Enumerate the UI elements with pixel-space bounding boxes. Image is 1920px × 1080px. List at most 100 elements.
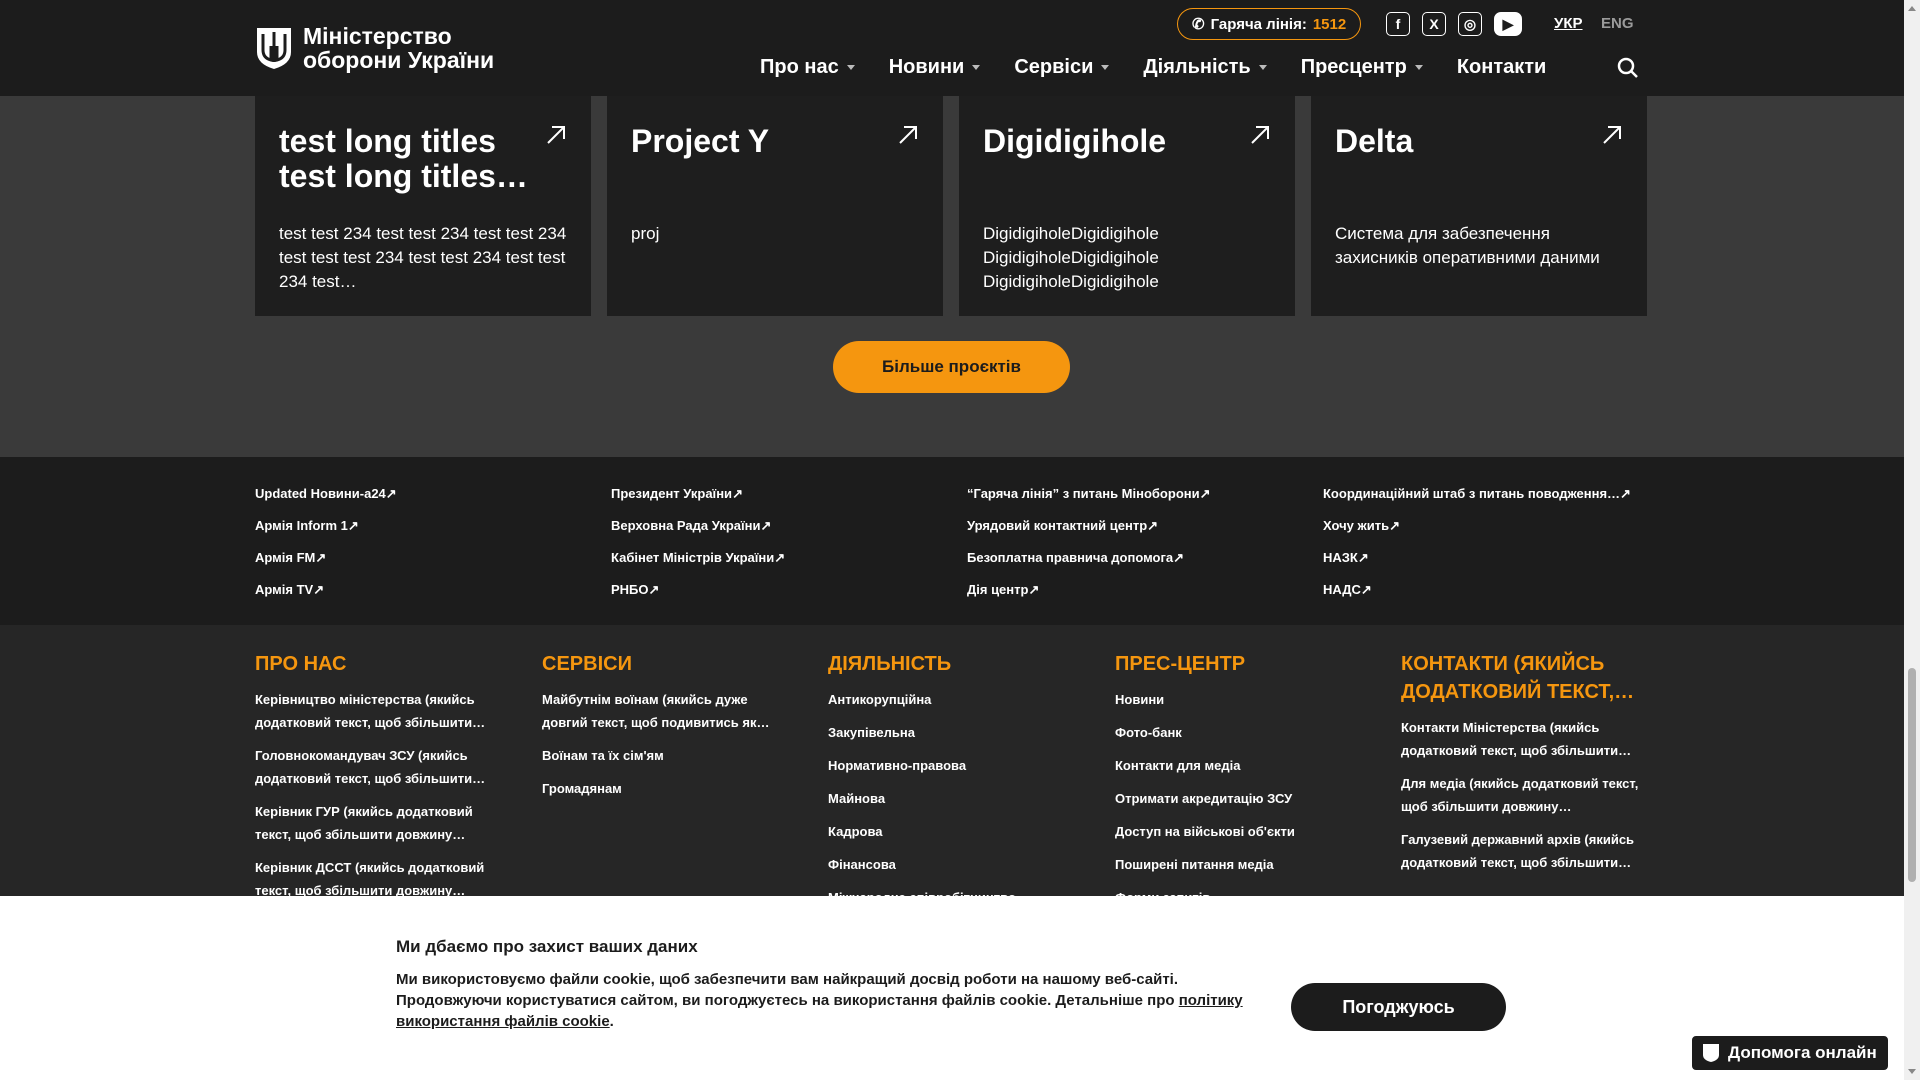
project-title: Project Y bbox=[631, 124, 770, 159]
logo-line-2: оборони України bbox=[303, 47, 495, 73]
external-link[interactable]: Дія центр↗ bbox=[967, 582, 1211, 614]
footer-link[interactable]: Новини bbox=[1115, 688, 1365, 711]
external-link[interactable]: Updated Новини-a24↗ bbox=[255, 486, 397, 518]
footer-column-title[interactable]: ПРО НАС bbox=[255, 650, 505, 678]
external-links-column: Координаційний штаб з питань поводження…… bbox=[1323, 486, 1631, 614]
x-icon[interactable]: X bbox=[1422, 12, 1446, 36]
page-scrollbar[interactable] bbox=[1904, 0, 1920, 1080]
external-link[interactable]: Хочу жить↗ bbox=[1323, 518, 1631, 550]
project-description: proj bbox=[631, 224, 660, 243]
footer-column-title[interactable]: ДІЯЛЬНІСТЬ bbox=[828, 650, 1078, 678]
help-online-button[interactable]: Допомога онлайн bbox=[1690, 1034, 1890, 1072]
project-description: test test 234 test test 234 test test 23… bbox=[279, 224, 567, 291]
footer-link[interactable]: Фінансова bbox=[828, 853, 1078, 876]
nav-news[interactable]: Новини bbox=[889, 56, 981, 79]
project-card[interactable]: Digidigihole DigidigiholeDigidigihole Di… bbox=[959, 96, 1295, 316]
footer-column-about: ПРО НАС Керівництво міністерства (якийсь… bbox=[255, 650, 505, 912]
nav-activity[interactable]: Діяльність bbox=[1143, 56, 1267, 79]
scroll-thumb[interactable] bbox=[1908, 668, 1916, 882]
footer-link[interactable]: Контакти для медіа bbox=[1115, 754, 1365, 777]
arrow-up-right-icon bbox=[1251, 126, 1269, 144]
footer-link[interactable]: Головнокомандувач ЗСУ (якийсь додатковий… bbox=[255, 744, 505, 790]
search-icon[interactable] bbox=[1617, 57, 1639, 79]
external-link[interactable]: Армія TV↗ bbox=[255, 582, 397, 614]
chevron-down-icon bbox=[1258, 65, 1267, 70]
site-logo[interactable]: Міністерство оборони України bbox=[255, 24, 494, 72]
external-link[interactable]: Урядовий контактний центр↗ bbox=[967, 518, 1211, 550]
external-link[interactable]: Верховна Рада України↗ bbox=[611, 518, 785, 550]
chevron-down-icon bbox=[1414, 65, 1423, 70]
footer-link[interactable]: Керівник ГУР (якийсь додатковий текст, щ… bbox=[255, 800, 505, 846]
arrow-up-right-icon bbox=[899, 126, 917, 144]
footer-column-title[interactable]: КОНТАКТИ (ЯКИЙСЬ ДОДАТКОВИЙ ТЕКСТ,… bbox=[1401, 650, 1651, 706]
nav-contacts[interactable]: Контакти bbox=[1457, 56, 1547, 79]
hotline-button[interactable]: ✆ Гаряча лінія: 1512 bbox=[1177, 8, 1362, 40]
nav-about[interactable]: Про нас bbox=[760, 56, 855, 79]
external-link[interactable]: НАЗК↗ bbox=[1323, 550, 1631, 582]
external-link[interactable]: РНБО↗ bbox=[611, 582, 785, 614]
footer-link[interactable]: Нормативно-правова bbox=[828, 754, 1078, 777]
footer-link[interactable]: Отримати акредитацію ЗСУ bbox=[1115, 787, 1365, 810]
footer-link[interactable]: Контакти Міністерства (якийсь додатковий… bbox=[1401, 716, 1651, 762]
footer-link[interactable]: Поширені питання медіа bbox=[1115, 853, 1365, 876]
footer-link[interactable]: Галузевий державний архів (якийсь додатк… bbox=[1401, 828, 1651, 874]
project-card[interactable]: test long titles test long titles… test … bbox=[255, 96, 591, 316]
footer-column-activity: ДІЯЛЬНІСТЬ Антикорупційна Закупівельна Н… bbox=[828, 650, 1078, 919]
agree-button[interactable]: Погоджуюсь bbox=[1291, 983, 1506, 1031]
external-links-column: “Гаряча лінія” з питань Міноборони↗ Уряд… bbox=[967, 486, 1211, 614]
project-card[interactable]: Project Y proj bbox=[607, 96, 943, 316]
footer-link[interactable]: Для медіа (якийсь додатковий текст, щоб … bbox=[1401, 772, 1651, 818]
external-links-column: Updated Новини-a24↗ Армія Inform 1↗ Армі… bbox=[255, 486, 397, 614]
nav-services[interactable]: Сервіси bbox=[1014, 56, 1110, 79]
external-link[interactable]: Армія FM↗ bbox=[255, 550, 397, 582]
project-title: Digidigihole bbox=[983, 124, 1167, 159]
footer-link[interactable]: Фото-банк bbox=[1115, 721, 1365, 744]
lang-eng-link[interactable]: ENG bbox=[1601, 15, 1634, 32]
footer-column-title[interactable]: СЕРВІСИ bbox=[542, 650, 792, 678]
footer-column-title[interactable]: ПРЕС-ЦЕНТР bbox=[1115, 650, 1365, 678]
help-online-label: Допомога онлайн bbox=[1728, 1043, 1877, 1062]
instagram-icon[interactable]: ◎ bbox=[1458, 12, 1482, 36]
scroll-up-icon[interactable] bbox=[1908, 6, 1916, 11]
main-nav: Про нас Новини Сервіси Діяльність Пресце… bbox=[760, 56, 1546, 79]
facebook-icon[interactable]: f bbox=[1386, 12, 1410, 36]
cookie-banner: Ми дбаємо про захист ваших даних Ми вико… bbox=[0, 896, 1904, 1080]
external-link[interactable]: Президент України↗ bbox=[611, 486, 785, 518]
chevron-down-icon bbox=[846, 65, 855, 70]
external-link[interactable]: Безоплатна правнича допомога↗ bbox=[967, 550, 1211, 582]
external-link[interactable]: НАДС↗ bbox=[1323, 582, 1631, 614]
footer-sitemap: ПРО НАС Керівництво міністерства (якийсь… bbox=[0, 625, 1904, 905]
external-link[interactable]: “Гаряча лінія” з питань Міноборони↗ bbox=[967, 486, 1211, 518]
hotline-number: 1512 bbox=[1312, 15, 1347, 33]
nav-press[interactable]: Пресцентр bbox=[1301, 56, 1423, 79]
footer-link[interactable]: Майнова bbox=[828, 787, 1078, 810]
arrow-up-right-icon bbox=[1603, 126, 1621, 144]
footer-link[interactable]: Антикорупційна bbox=[828, 688, 1078, 711]
site-header: Міністерство оборони України ✆ Гаряча лі… bbox=[0, 0, 1904, 96]
more-projects-button[interactable]: Більше проєктів bbox=[833, 341, 1070, 393]
cookie-title: Ми дбаємо про захист ваших даних bbox=[396, 937, 698, 956]
lang-ukr-link[interactable]: УКР bbox=[1554, 15, 1583, 32]
chevron-down-icon bbox=[1101, 65, 1110, 70]
footer-link[interactable]: Майбутнім воїнам (якийсь дуже довгий тек… bbox=[542, 688, 792, 734]
footer-column-services: СЕРВІСИ Майбутнім воїнам (якийсь дуже до… bbox=[542, 650, 792, 810]
footer-link[interactable]: Доступ на військові об'єкти bbox=[1115, 820, 1365, 843]
footer-link[interactable]: Керівництво міністерства (якийсь додатко… bbox=[255, 688, 505, 734]
external-links-column: Президент України↗ Верховна Рада України… bbox=[611, 486, 785, 614]
footer-column-press: ПРЕС-ЦЕНТР Новини Фото-банк Контакти для… bbox=[1115, 650, 1365, 919]
footer-link[interactable]: Закупівельна bbox=[828, 721, 1078, 744]
footer-link[interactable]: Громадянам bbox=[542, 777, 792, 800]
phone-icon: ✆ bbox=[1192, 16, 1205, 33]
youtube-icon[interactable]: ▶ bbox=[1494, 12, 1522, 36]
external-links-section: Updated Новини-a24↗ Армія Inform 1↗ Армі… bbox=[0, 457, 1904, 625]
external-link[interactable]: Координаційний штаб з питань поводження…… bbox=[1323, 486, 1631, 518]
arrow-up-right-icon bbox=[547, 126, 565, 144]
scroll-down-icon[interactable] bbox=[1908, 1069, 1916, 1074]
footer-link[interactable]: Кадрова bbox=[828, 820, 1078, 843]
footer-link[interactable]: Воїнам та їх сім'ям bbox=[542, 744, 792, 767]
external-link[interactable]: Армія Inform 1↗ bbox=[255, 518, 397, 550]
external-link[interactable]: Кабінет Міністрів України↗ bbox=[611, 550, 785, 582]
project-description: DigidigiholeDigidigihole DigidigiholeDig… bbox=[983, 224, 1159, 291]
footer-column-contacts: КОНТАКТИ (ЯКИЙСЬ ДОДАТКОВИЙ ТЕКСТ,… Конт… bbox=[1401, 650, 1651, 884]
project-card[interactable]: Delta Система для забезпечення захисникі… bbox=[1311, 96, 1647, 316]
